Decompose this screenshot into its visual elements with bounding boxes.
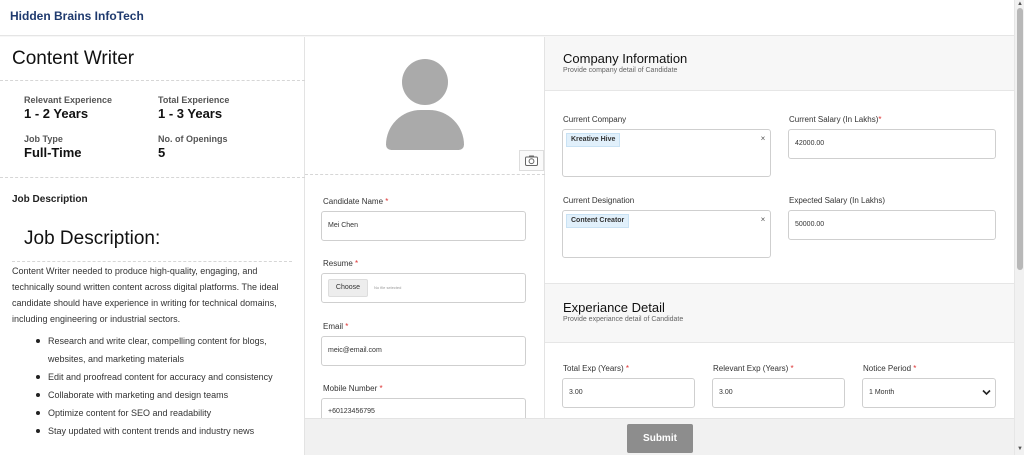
job-description-label: Job Description xyxy=(12,194,88,205)
scroll-down-icon[interactable]: ▼ xyxy=(1016,445,1024,453)
resume-label-text: Resume xyxy=(323,259,353,268)
notice-period-label: Notice Period * xyxy=(863,364,916,373)
openings-label: No. of Openings xyxy=(158,134,228,144)
candidate-form-panel: Candidate Name * Mei Chen Resume * Choos… xyxy=(305,37,545,418)
company-experience-panel: Company Information Provide company deta… xyxy=(545,37,1014,418)
current-salary-input[interactable]: 42000.00 xyxy=(788,129,996,159)
current-designation-label: Current Designation xyxy=(563,196,635,205)
relevant-exp-input[interactable]: 3.00 xyxy=(712,378,845,408)
total-experience-value: 1 - 3 Years xyxy=(158,106,223,121)
current-company-label: Current Company xyxy=(563,115,627,124)
total-exp-input[interactable]: 3.00 xyxy=(562,378,695,408)
top-bar: Hidden Brains InfoTech xyxy=(0,0,1014,36)
avatar-body xyxy=(386,110,464,150)
mobile-number-field[interactable]: +60123456795 xyxy=(321,398,526,418)
current-salary-label-text: Current Salary (In Lakhs) xyxy=(789,115,879,124)
submit-button[interactable]: Submit xyxy=(627,424,693,453)
job-type-value: Full-Time xyxy=(24,145,82,160)
chevron-down-icon xyxy=(982,389,991,396)
candidate-name-label: Candidate Name * xyxy=(323,197,388,206)
upload-photo-button[interactable] xyxy=(519,150,544,171)
remove-tag-icon[interactable]: × xyxy=(759,133,767,145)
avatar-head xyxy=(402,59,448,105)
total-experience: Total Experience 1 - 3 Years xyxy=(158,95,229,121)
avatar xyxy=(370,50,478,158)
brand-name[interactable]: Hidden Brains InfoTech xyxy=(10,9,144,23)
mobile-label: Mobile Number * xyxy=(323,384,383,393)
openings: No. of Openings 5 xyxy=(158,134,228,160)
job-type: Job Type Full-Time xyxy=(24,134,82,160)
remove-tag-icon[interactable]: × xyxy=(759,214,767,226)
divider xyxy=(12,261,292,262)
required-marker: * xyxy=(379,384,383,393)
notice-period-select[interactable]: 1 Month xyxy=(862,378,996,408)
responsibilities-list: Research and write clear, compelling con… xyxy=(36,332,298,440)
total-exp-label: Total Exp (Years) * xyxy=(563,364,629,373)
list-item: Collaborate with marketing and design te… xyxy=(36,386,298,404)
resume-file-input[interactable]: Choose No file selected xyxy=(321,273,526,303)
camera-icon xyxy=(525,155,538,166)
form-footer: Submit xyxy=(305,418,1014,455)
total-exp-label-text: Total Exp (Years) xyxy=(563,364,624,373)
scrollbar-thumb[interactable] xyxy=(1017,8,1023,270)
relevant-experience-label: Relevant Experience xyxy=(24,95,113,105)
divider xyxy=(305,174,545,175)
resume-label: Resume * xyxy=(323,259,358,268)
divider xyxy=(0,80,305,81)
job-description-text: Content Writer needed to produce high-qu… xyxy=(12,266,279,324)
scroll-up-icon[interactable]: ▲ xyxy=(1016,0,1024,8)
job-title: Content Writer xyxy=(12,48,135,69)
mobile-label-text: Mobile Number xyxy=(323,384,378,393)
company-info-subtitle: Provide company detail of Candidate xyxy=(563,67,678,74)
required-marker: * xyxy=(790,364,794,373)
notice-period-value: 1 Month xyxy=(869,389,895,396)
current-company-select[interactable]: Kreative Hive × xyxy=(562,129,771,177)
experience-subtitle: Provide experiance detail of Candidate xyxy=(563,316,684,323)
company-info-title: Company Information xyxy=(563,51,688,66)
company-info-header: Company Information Provide company deta… xyxy=(545,37,1014,91)
current-designation-select[interactable]: Content Creator × xyxy=(562,210,771,258)
experience-header: Experiance Detail Provide experiance det… xyxy=(545,283,1014,343)
no-file-text: No file selected xyxy=(374,285,402,290)
email-field[interactable]: meic@email.com xyxy=(321,336,526,366)
current-company-tag: Kreative Hive xyxy=(566,133,621,147)
relevant-exp-label: Relevant Exp (Years) * xyxy=(713,364,794,373)
email-label: Email * xyxy=(323,322,348,331)
total-experience-label: Total Experience xyxy=(158,95,230,105)
list-item: Optimize content for SEO and readability xyxy=(36,404,298,422)
relevant-experience-value: 1 - 2 Years xyxy=(24,106,89,121)
email-label-text: Email xyxy=(323,322,344,331)
divider xyxy=(0,177,305,178)
job-details-panel: Content Writer Relevant Experience 1 - 2… xyxy=(0,37,305,455)
job-description-heading: Job Description: xyxy=(24,228,161,249)
relevant-exp-label-text: Relevant Exp (Years) xyxy=(713,364,789,373)
required-marker: * xyxy=(385,197,389,206)
list-item: Edit and proofread content for accuracy … xyxy=(36,368,298,386)
required-marker: * xyxy=(355,259,359,268)
current-salary-label: Current Salary (In Lakhs)* xyxy=(789,115,882,124)
current-designation-tag: Content Creator xyxy=(566,214,630,228)
expected-salary-label: Expected Salary (In Lakhs) xyxy=(789,196,886,205)
list-item: Research and write clear, compelling con… xyxy=(36,332,298,368)
choose-file-button[interactable]: Choose xyxy=(328,279,368,297)
page-scrollbar[interactable]: ▲ ▼ xyxy=(1014,0,1024,455)
required-marker: * xyxy=(625,364,629,373)
experience-title: Experiance Detail xyxy=(563,300,665,315)
job-type-label: Job Type xyxy=(24,134,63,144)
expected-salary-input[interactable]: 50000.00 xyxy=(788,210,996,240)
candidate-name-input[interactable]: Mei Chen xyxy=(321,211,526,241)
required-marker: * xyxy=(913,364,917,373)
required-marker: * xyxy=(345,322,349,331)
list-item: Stay updated with content trends and ind… xyxy=(36,422,298,440)
openings-value: 5 xyxy=(158,145,166,160)
required-marker: * xyxy=(878,115,882,124)
relevant-experience: Relevant Experience 1 - 2 Years xyxy=(24,95,112,121)
candidate-name-label-text: Candidate Name xyxy=(323,197,384,206)
notice-period-label-text: Notice Period xyxy=(863,364,912,373)
